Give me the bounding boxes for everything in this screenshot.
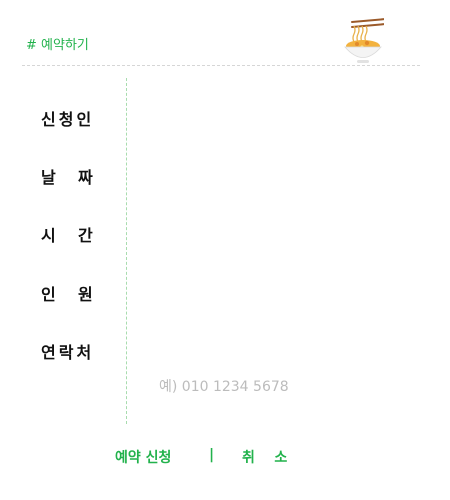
form-actions: 예약 신청 | 취 소 [0, 447, 450, 467]
time-input[interactable] [140, 220, 410, 244]
time-label: 시 간 [41, 226, 93, 245]
people-label: 인 원 [41, 285, 93, 304]
action-separator: | [209, 447, 215, 463]
applicant-input[interactable] [140, 104, 410, 128]
submit-reservation-button[interactable]: 예약 신청 [115, 447, 171, 467]
form-divider [126, 78, 127, 424]
header-divider [22, 65, 420, 66]
contact-label: 연락처 [41, 343, 95, 362]
cancel-button[interactable]: 취 소 [242, 447, 287, 467]
date-label: 날 짜 [41, 168, 93, 187]
contact-input[interactable] [140, 337, 410, 361]
contact-placeholder: 예) 010 1234 5678 [159, 379, 289, 395]
noodle-bowl-icon [344, 18, 384, 63]
people-input[interactable] [140, 279, 410, 303]
date-input[interactable] [140, 162, 410, 186]
page-title: # 예약하기 [26, 38, 89, 53]
applicant-label: 신청인 [41, 110, 95, 129]
